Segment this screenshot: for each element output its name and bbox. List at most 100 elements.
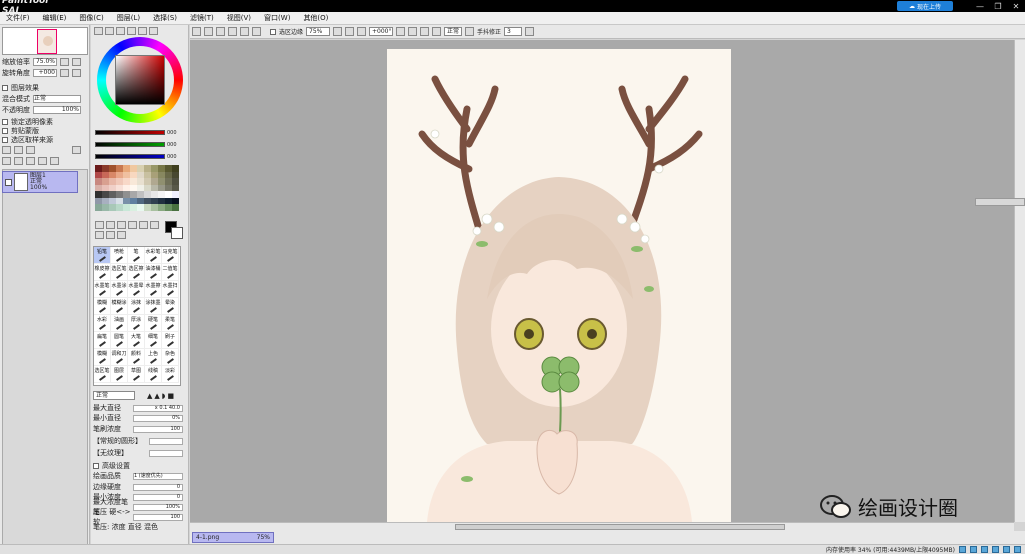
swatch-cell[interactable] xyxy=(123,204,130,211)
swatch-cell[interactable] xyxy=(165,204,172,211)
swatch-cell[interactable] xyxy=(109,204,116,211)
angle-value[interactable]: +000 xyxy=(33,68,57,77)
toolbar-zoom-reset-icon[interactable] xyxy=(357,27,367,36)
opacity-slider[interactable]: 100% xyxy=(33,105,81,114)
advanced-header[interactable]: 高级设置 xyxy=(93,461,130,470)
brush-tool-item[interactable]: 二值笔 xyxy=(162,264,179,281)
swatch-cell[interactable] xyxy=(95,204,102,211)
brush-tool-item[interactable]: 涂抹墨 xyxy=(145,298,162,315)
brush-tool-item[interactable]: 大笔 xyxy=(128,332,145,349)
status-tray-icon-2[interactable] xyxy=(970,546,977,553)
swatch-cell[interactable] xyxy=(144,204,151,211)
swatch-cell[interactable] xyxy=(137,204,144,211)
menu-window[interactable]: 窗口(W) xyxy=(264,13,290,23)
vertical-scrollbar[interactable] xyxy=(975,40,1025,522)
artwork-canvas[interactable] xyxy=(387,49,731,522)
rgb-tab-icon[interactable] xyxy=(105,27,114,35)
density-slider[interactable]: 100 xyxy=(133,425,183,433)
brush-tool-item[interactable]: 涂抹 xyxy=(128,298,145,315)
copy-layer-icon[interactable] xyxy=(2,157,11,165)
move-icon[interactable] xyxy=(139,221,148,229)
size-slider[interactable]: x 0.1 40.0 xyxy=(133,404,183,412)
brush-tool-item[interactable]: 橡皮擦 xyxy=(94,264,111,281)
blue-slider[interactable] xyxy=(95,154,165,159)
scratch-tab-icon[interactable] xyxy=(149,27,158,35)
menu-other[interactable]: 其他(O) xyxy=(303,13,328,23)
hsv-tab-icon[interactable] xyxy=(116,27,125,35)
shape-strength[interactable] xyxy=(149,437,183,445)
brush-mode-select[interactable]: 正常 xyxy=(93,391,135,400)
shape-flat-icon[interactable]: ■ xyxy=(167,392,174,400)
green-slider[interactable] xyxy=(95,142,165,147)
red-slider[interactable] xyxy=(95,130,165,135)
brush-tool-item[interactable]: 笔 xyxy=(128,247,145,264)
menu-select[interactable]: 选择(S) xyxy=(153,13,177,23)
green-value[interactable]: 000 xyxy=(167,142,179,148)
brush-tool-item[interactable]: 油漆桶 xyxy=(145,264,162,281)
brush-tool-item[interactable]: 水彩 xyxy=(94,315,111,332)
redo-icon[interactable] xyxy=(204,27,213,36)
close-button[interactable]: ✕ xyxy=(1007,0,1025,12)
saturation-value-square[interactable] xyxy=(115,55,165,105)
red-value[interactable]: 000 xyxy=(167,130,179,136)
background-color[interactable] xyxy=(171,227,183,239)
pressure-checks-label[interactable]: 笔压: 浓度 直径 混色 xyxy=(93,522,158,532)
merge-layer-icon[interactable] xyxy=(38,157,47,165)
horizontal-scrollbar[interactable] xyxy=(190,522,1014,531)
brush-tool-item[interactable]: 喷枪 xyxy=(111,247,128,264)
zoom-field[interactable]: 75% xyxy=(306,27,331,36)
document-tab[interactable]: 4-1.png 75% xyxy=(192,532,274,543)
magic-wand-icon[interactable] xyxy=(117,221,126,229)
brush-tool-item[interactable]: 水墨晕 xyxy=(128,281,145,298)
brush-tool-item[interactable]: 厚涂 xyxy=(128,315,145,332)
rotate-reset-icon[interactable] xyxy=(420,27,430,36)
max-pressure-slider[interactable]: 100% xyxy=(133,503,183,511)
wheel-tab-icon[interactable] xyxy=(94,27,103,35)
lock-alpha-checkbox[interactable] xyxy=(2,118,8,125)
new-layer-icon[interactable] xyxy=(2,146,11,154)
brush-tool-item[interactable]: 油画 xyxy=(111,315,128,332)
swatch-cell[interactable] xyxy=(172,204,179,211)
brush-tool-item[interactable]: 水彩笔 xyxy=(145,247,162,264)
rect-select-icon[interactable] xyxy=(95,221,104,229)
brush-tool-item[interactable]: 水墨笔 xyxy=(94,281,111,298)
zoom-in-button[interactable] xyxy=(72,57,81,66)
menu-file[interactable]: 文件(F) xyxy=(6,13,30,23)
brush-tool-item[interactable]: 颜料 xyxy=(128,349,145,366)
lasso-select-icon[interactable] xyxy=(106,221,115,229)
expand-checkbox[interactable] xyxy=(2,84,8,91)
mirror-icon[interactable] xyxy=(432,27,442,36)
mode-dropdown-icon[interactable] xyxy=(465,27,475,36)
stabilizer-dropdown-icon[interactable] xyxy=(525,27,535,36)
status-tray-icon-6[interactable] xyxy=(1014,546,1021,553)
brush-tool-item[interactable]: 选区笔 xyxy=(94,366,111,383)
status-tray-icon-4[interactable] xyxy=(992,546,999,553)
menu-filter[interactable]: 滤镜(T) xyxy=(190,13,214,23)
hand-icon[interactable] xyxy=(106,231,115,239)
rotate-ccw-icon[interactable] xyxy=(396,27,406,36)
maximize-button[interactable]: ❐ xyxy=(989,0,1007,12)
stabilizer-field[interactable]: 3 xyxy=(504,27,523,36)
brush-tool-item[interactable]: 圆笔 xyxy=(111,332,128,349)
sample-source-checkbox[interactable] xyxy=(2,136,8,143)
brush-tool-item[interactable]: 铅笔 xyxy=(94,247,111,264)
option-sample-source[interactable]: 选区取样来源 xyxy=(2,135,53,144)
quality-select[interactable]: 1 (速度优先) xyxy=(133,472,183,480)
brush-tool-item[interactable]: 模糊 xyxy=(94,349,111,366)
pressure-slider[interactable]: 100 xyxy=(133,513,183,521)
layer-effect-header[interactable]: 图层效果 xyxy=(2,83,39,92)
swatch-tab-icon[interactable] xyxy=(138,27,147,35)
rotate-right-button[interactable] xyxy=(72,68,81,77)
zoom-icon[interactable] xyxy=(150,221,159,229)
edge-slider[interactable]: 0 xyxy=(133,483,183,491)
navigator-preview[interactable] xyxy=(2,27,88,55)
brush-tool-item[interactable]: 马克笔 xyxy=(162,247,179,264)
visibility-eye-icon[interactable] xyxy=(5,178,12,186)
shape-hill-icon[interactable]: ▲ xyxy=(154,392,159,400)
zoom-out-button[interactable] xyxy=(60,57,69,66)
deselect-icon[interactable] xyxy=(216,27,225,36)
new-folder-icon[interactable] xyxy=(14,146,23,154)
swatch-cell[interactable] xyxy=(130,204,137,211)
mask-icon[interactable] xyxy=(72,146,81,154)
brush-tool-item[interactable]: 草图 xyxy=(128,366,145,383)
